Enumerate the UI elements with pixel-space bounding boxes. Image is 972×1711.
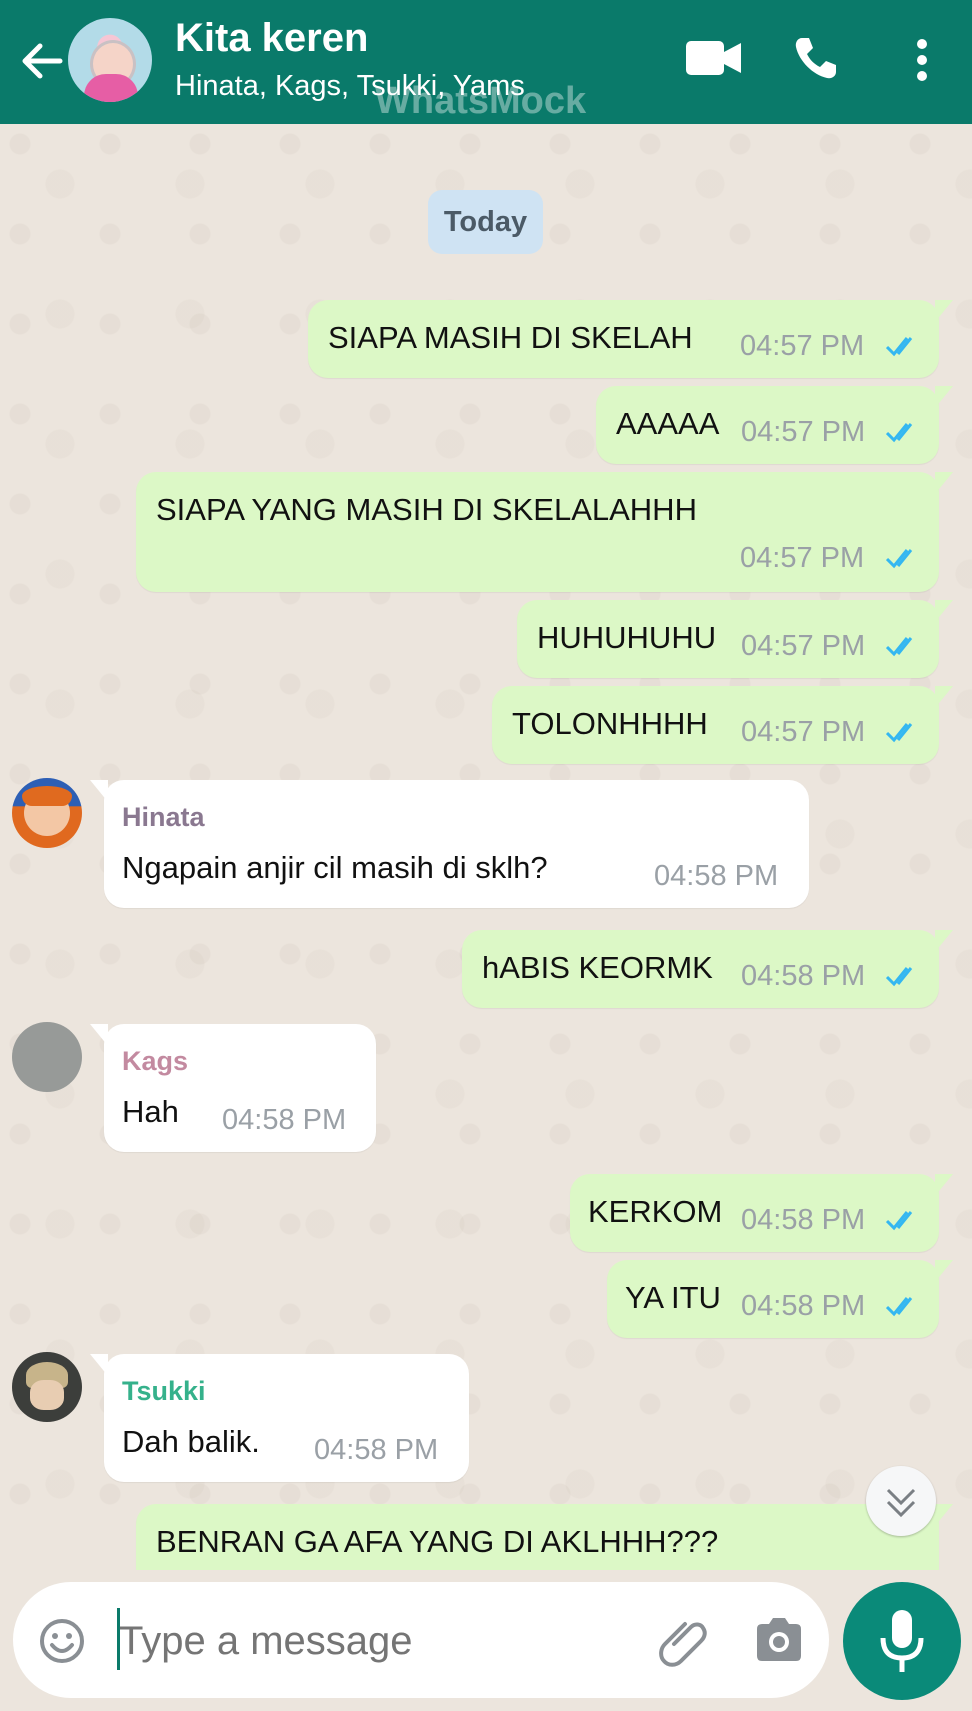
incoming-message[interactable]: Hinata Ngapain anjir cil masih di sklh? …: [90, 780, 809, 908]
message-text: TOLONHHHH: [512, 706, 708, 741]
outgoing-message[interactable]: HUHUHUHU 04:57 PM: [517, 600, 953, 678]
kags-avatar[interactable]: [12, 1022, 82, 1092]
message-time: 04:58 PM: [741, 1204, 866, 1236]
tsukki-avatar[interactable]: [12, 1352, 82, 1422]
voice-message-button[interactable]: [843, 1582, 961, 1700]
hinata-avatar[interactable]: [12, 778, 82, 848]
camera-icon[interactable]: [753, 1616, 805, 1664]
outgoing-message[interactable]: TOLONHHHH 04:57 PM: [492, 686, 953, 764]
message-time: 04:58 PM: [741, 960, 866, 992]
read-receipt-icon: [886, 423, 913, 443]
sender-name: Kags: [122, 1046, 189, 1076]
outgoing-message[interactable]: BENRAN GA AFA YANG DI AKLHHH???: [136, 1504, 953, 1570]
phone-icon[interactable]: [792, 34, 840, 82]
composer-bar: [0, 1570, 972, 1711]
outgoing-message[interactable]: KERKOM 04:58 PM: [570, 1174, 953, 1252]
bubble-tail: [935, 1260, 953, 1282]
bubble-tail: [935, 472, 953, 494]
incoming-message[interactable]: Tsukki Dah balik. 04:58 PM: [90, 1354, 469, 1482]
message-time: 04:58 PM: [741, 1290, 866, 1322]
message-text: HUHUHUHU: [537, 620, 717, 655]
read-receipt-icon: [886, 1211, 913, 1231]
outgoing-message[interactable]: YA ITU 04:58 PM: [607, 1260, 953, 1338]
message-text: KERKOM: [588, 1194, 723, 1229]
message-time: 04:57 PM: [740, 542, 865, 574]
bubble-tail: [935, 386, 953, 408]
read-receipt-icon: [886, 637, 913, 657]
message-time: 04:57 PM: [740, 330, 865, 362]
chat-title[interactable]: Kita keren: [175, 16, 368, 61]
message-text: YA ITU: [625, 1280, 721, 1315]
message-time: 04:58 PM: [654, 860, 779, 892]
chat-area[interactable]: Today SIAPA MASIH DI SKELAH 04:57 PM AAA…: [0, 124, 972, 1570]
microphone-icon: [880, 1610, 924, 1672]
read-receipt-icon: [886, 1297, 913, 1317]
message-text: SIAPA MASIH DI SKELAH: [328, 320, 693, 355]
bubble-tail: [90, 780, 108, 802]
message-text: Dah balik.: [122, 1424, 260, 1459]
bubble-tail: [935, 1174, 953, 1196]
incoming-message[interactable]: Kags Hah 04:58 PM: [90, 1024, 376, 1152]
message-text: hABIS KEORMK: [482, 950, 713, 985]
sender-name: Tsukki: [122, 1376, 206, 1406]
scroll-to-bottom-button[interactable]: [866, 1466, 936, 1536]
message-input[interactable]: [117, 1598, 661, 1684]
message-time: 04:57 PM: [741, 416, 866, 448]
message-text: AAAAA: [616, 406, 720, 441]
bubble-tail: [935, 600, 953, 622]
message-time: 04:57 PM: [741, 630, 866, 662]
bubble-tail: [935, 300, 953, 322]
message-composer[interactable]: [13, 1582, 829, 1698]
read-receipt-icon: [886, 967, 913, 987]
bubble-tail: [935, 1504, 953, 1526]
date-pill: Today: [428, 190, 543, 254]
watermark: WhatsMock: [375, 80, 587, 122]
read-receipt-icon: [886, 337, 913, 357]
outgoing-message[interactable]: SIAPA MASIH DI SKELAH 04:57 PM: [308, 300, 953, 378]
message-text: SIAPA YANG MASIH DI SKELALAHHH: [156, 492, 697, 527]
group-avatar-body: [84, 74, 138, 102]
paperclip-icon[interactable]: [656, 1614, 712, 1670]
arrow-left-icon[interactable]: [18, 38, 64, 84]
message-text: Hah: [122, 1094, 179, 1129]
bubble-tail: [90, 1354, 108, 1376]
video-call-icon[interactable]: [686, 38, 742, 78]
outgoing-message[interactable]: AAAAA 04:57 PM: [596, 386, 953, 464]
bubble-tail: [935, 930, 953, 952]
group-avatar[interactable]: [68, 18, 152, 102]
chevrons-down-icon: [886, 1488, 916, 1518]
message-text: Ngapain anjir cil masih di sklh?: [122, 850, 548, 885]
chat-header: Kita keren Hinata, Kags, Tsukki, Yams Wh…: [0, 0, 972, 124]
outgoing-message[interactable]: SIAPA YANG MASIH DI SKELALAHHH 04:57 PM: [136, 472, 953, 592]
sender-name: Hinata: [122, 802, 205, 832]
message-time: 04:58 PM: [314, 1434, 439, 1466]
more-vert-icon[interactable]: [910, 38, 934, 82]
message-time: 04:58 PM: [222, 1104, 347, 1136]
read-receipt-icon: [886, 723, 913, 743]
outgoing-message[interactable]: hABIS KEORMK 04:58 PM: [462, 930, 953, 1008]
message-text: BENRAN GA AFA YANG DI AKLHHH???: [156, 1524, 719, 1559]
bubble-tail: [90, 1024, 108, 1046]
emoji-icon[interactable]: [39, 1618, 85, 1664]
read-receipt-icon: [886, 549, 913, 569]
bubble-tail: [935, 686, 953, 708]
message-time: 04:57 PM: [741, 716, 866, 748]
